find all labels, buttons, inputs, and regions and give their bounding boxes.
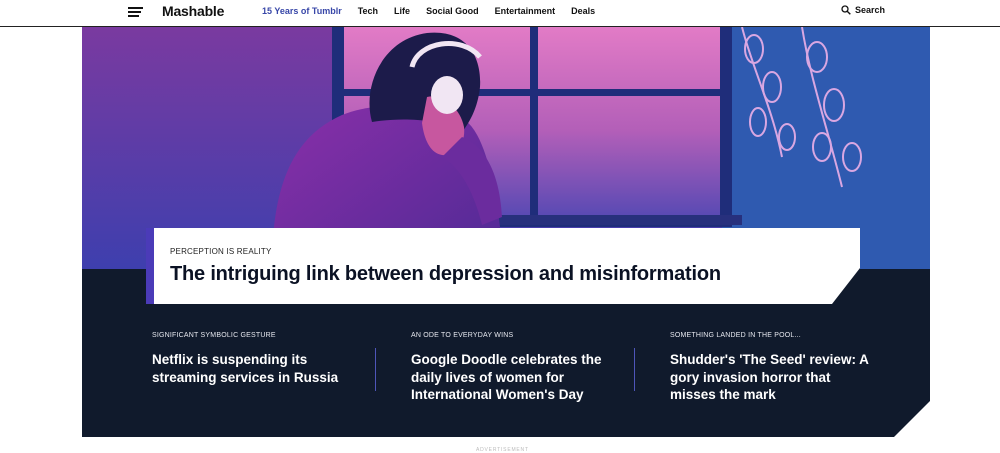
nav-link-entertainment[interactable]: Entertainment <box>495 6 556 16</box>
nav-link-social-good[interactable]: Social Good <box>426 6 479 16</box>
story-kicker: AN ODE TO EVERYDAY WINS <box>411 332 514 339</box>
story-card[interactable]: SOMETHING LANDED IN THE POOL... Shudder'… <box>670 332 880 404</box>
search-button[interactable]: Search <box>841 5 885 15</box>
nav-link-15-years-of-tumblr[interactable]: 15 Years of Tumblr <box>262 6 342 16</box>
headline-card-accent <box>146 228 154 304</box>
advertisement-label: ADVERTISEMENT <box>476 447 529 453</box>
hero-headline[interactable]: The intriguing link between depression a… <box>170 263 721 286</box>
story-card[interactable]: AN ODE TO EVERYDAY WINS Google Doodle ce… <box>411 332 621 404</box>
story-divider <box>634 348 635 391</box>
story-kicker: SOMETHING LANDED IN THE POOL... <box>670 332 801 339</box>
nav-link-life[interactable]: Life <box>394 6 410 16</box>
hamburger-menu-icon[interactable] <box>128 6 144 18</box>
hero-section: PERCEPTION IS REALITY The intriguing lin… <box>82 27 930 437</box>
nav-link-deals[interactable]: Deals <box>571 6 595 16</box>
search-label: Search <box>854 5 885 15</box>
nav-link-tech[interactable]: Tech <box>358 6 378 16</box>
story-card[interactable]: SIGNIFICANT SYMBOLIC GESTURE Netflix is … <box>152 332 362 386</box>
story-divider <box>375 348 376 391</box>
story-title[interactable]: Shudder's 'The Seed' review: A gory inva… <box>670 351 880 404</box>
top-nav: Mashable 15 Years of Tumblr Tech Life So… <box>0 0 1000 27</box>
hero-cut-corner <box>894 401 930 437</box>
headline-card-corner <box>832 268 860 304</box>
site-logo[interactable]: Mashable <box>162 3 224 19</box>
story-title[interactable]: Google Doodle celebrates the daily lives… <box>411 351 621 404</box>
hero-kicker: PERCEPTION IS REALITY <box>170 247 272 256</box>
story-kicker: SIGNIFICANT SYMBOLIC GESTURE <box>152 332 276 339</box>
nav-links: 15 Years of Tumblr Tech Life Social Good… <box>262 6 611 16</box>
search-icon <box>841 5 851 15</box>
story-title[interactable]: Netflix is suspending its streaming serv… <box>152 351 362 386</box>
